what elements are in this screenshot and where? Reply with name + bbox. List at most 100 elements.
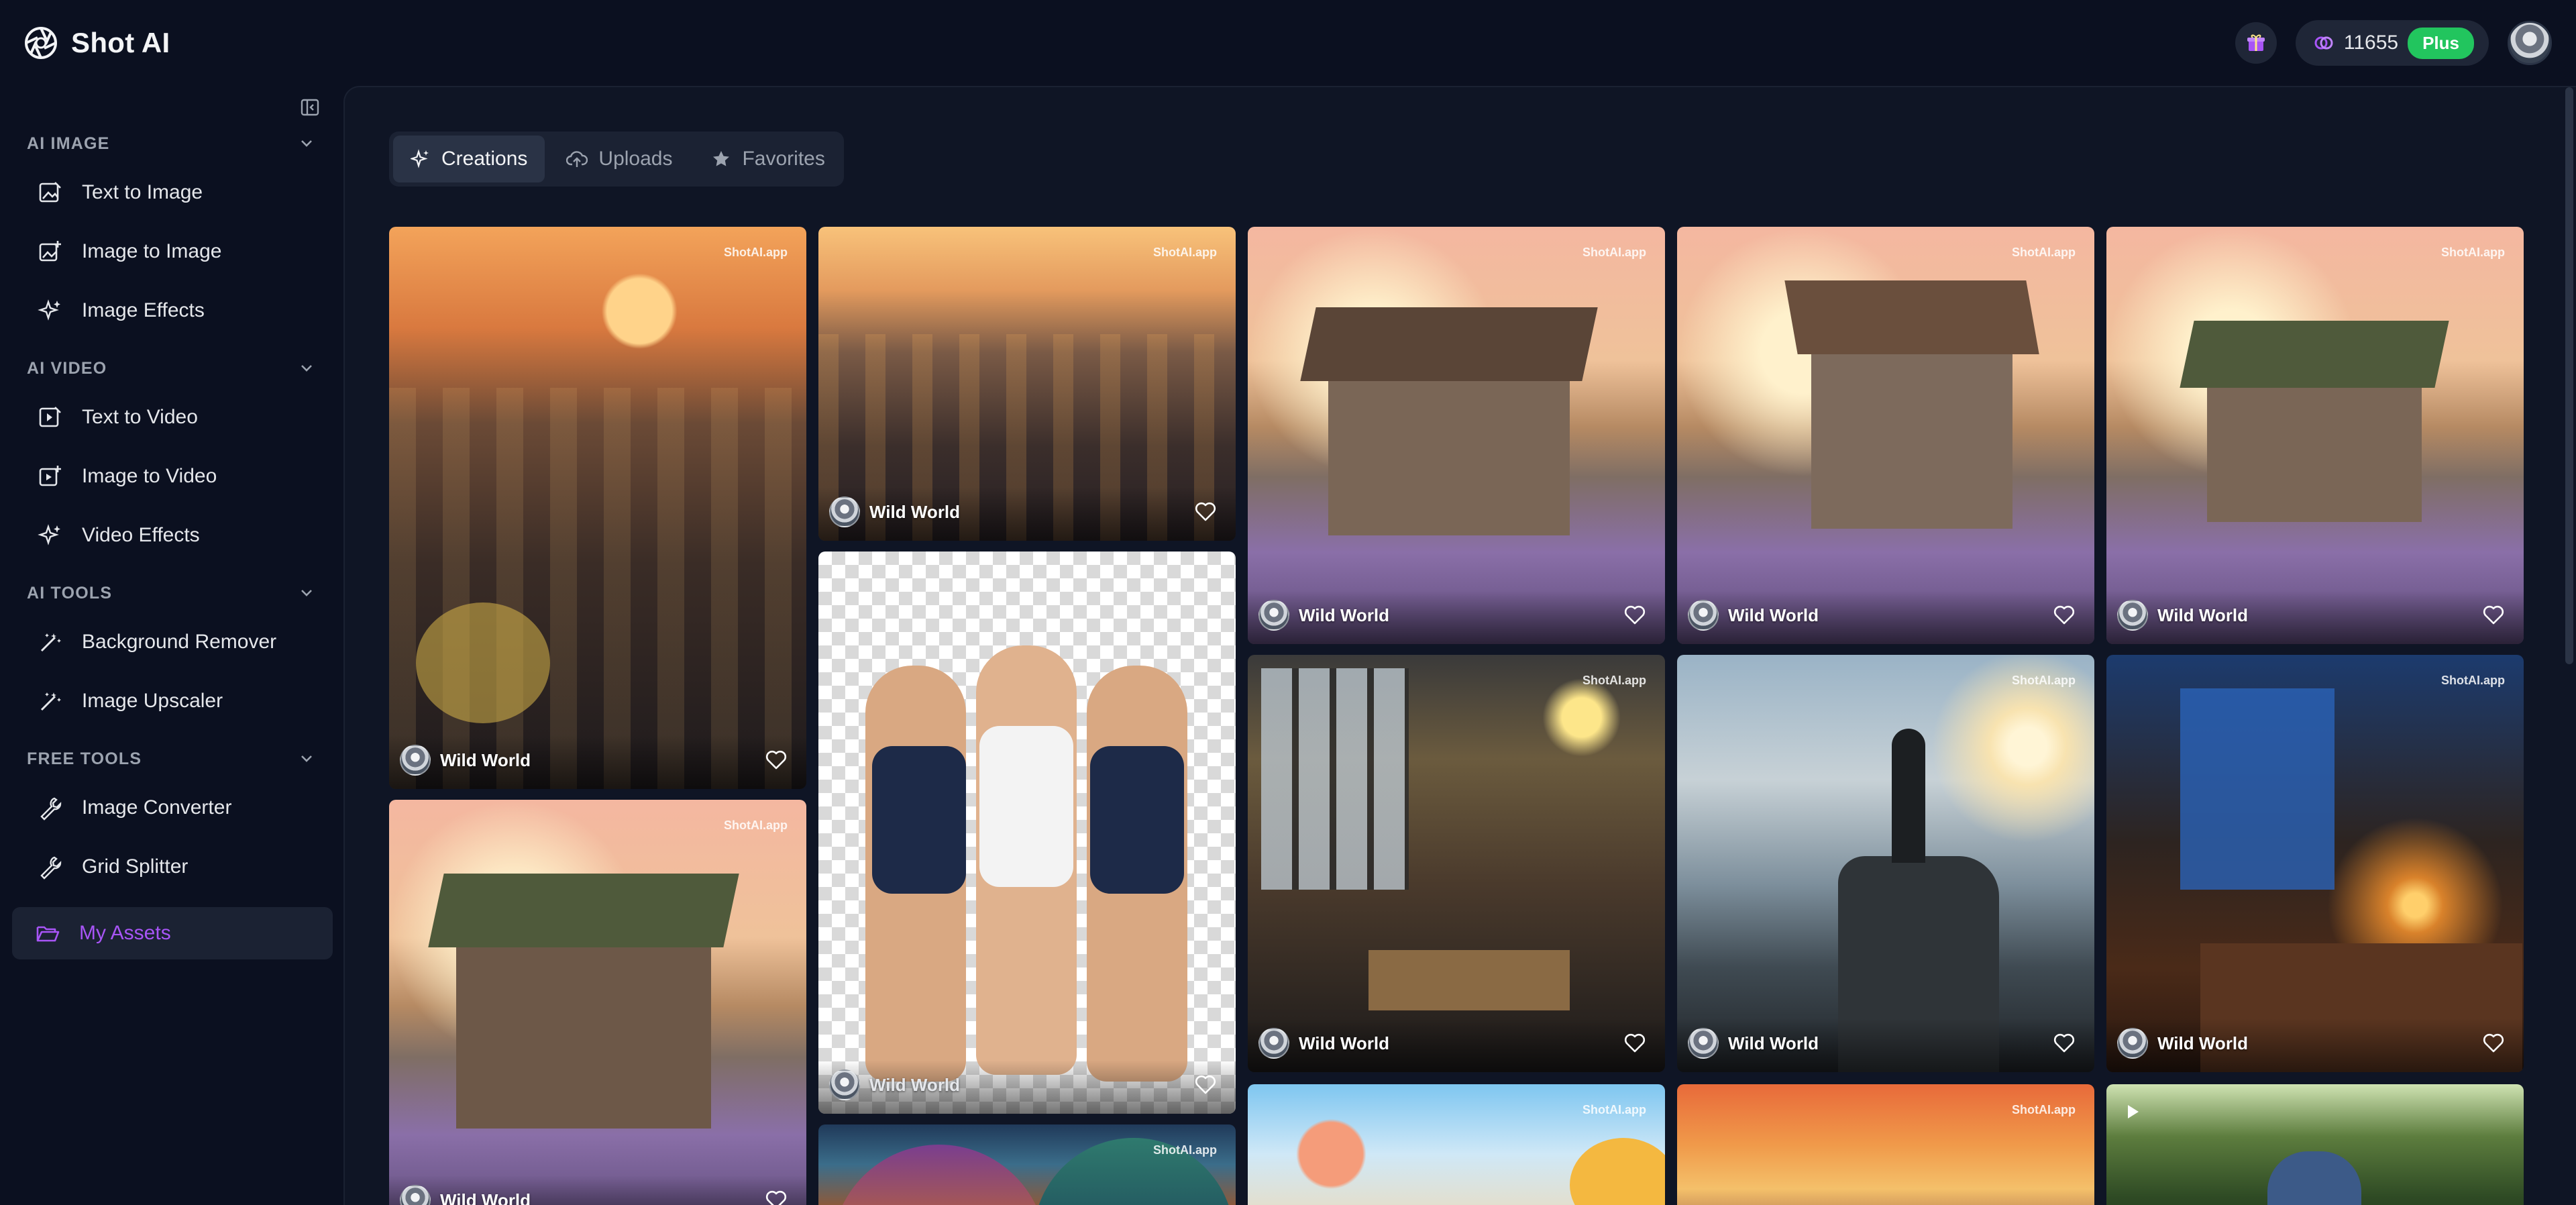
top-bar: Shot AI 11655 Plus xyxy=(0,0,2576,86)
chevron-down-icon xyxy=(301,755,312,762)
folder-open-icon xyxy=(36,926,60,942)
credits-pill[interactable]: 11655 Plus xyxy=(2295,20,2489,66)
magic-wand-icon xyxy=(40,633,61,652)
chevron-down-icon xyxy=(301,590,312,596)
section-ai-image[interactable]: AI IMAGE xyxy=(27,129,315,158)
heart-icon[interactable] xyxy=(1623,1032,1646,1055)
asset-tabs: Creations Uploads Favorites xyxy=(389,132,844,187)
author-avatar xyxy=(1258,600,1289,631)
gallery-card[interactable]: ShotAI.app Wild World xyxy=(2106,227,2524,644)
sparkle-icon xyxy=(411,149,429,168)
sidebar-item-background-remover[interactable]: Background Remover xyxy=(27,621,322,664)
gallery-card[interactable]: ShotAI.app Wild World xyxy=(1248,655,1665,1072)
heart-icon[interactable] xyxy=(1623,604,1646,627)
chevron-down-icon xyxy=(301,365,312,372)
sidebar-item-text-to-video[interactable]: Text to Video xyxy=(27,396,322,439)
watermark: ShotAI.app xyxy=(724,246,788,259)
watermark: ShotAI.app xyxy=(2441,674,2505,687)
heart-icon[interactable] xyxy=(2053,604,2076,627)
gift-icon xyxy=(2247,34,2265,51)
chevron-down-icon xyxy=(301,140,312,147)
star-icon xyxy=(713,151,730,166)
card-author[interactable]: Wild World xyxy=(2117,600,2248,631)
card-author[interactable]: Wild World xyxy=(1688,600,1819,631)
section-ai-video[interactable]: AI VIDEO xyxy=(27,354,315,383)
author-avatar xyxy=(1688,1028,1719,1059)
magic-wand-icon xyxy=(40,692,61,711)
heart-icon[interactable] xyxy=(1194,501,1217,523)
section-ai-tools[interactable]: AI TOOLS xyxy=(27,578,315,608)
watermark: ShotAI.app xyxy=(1153,246,1217,259)
card-author[interactable]: Wild World xyxy=(2117,1028,2248,1059)
brand[interactable]: Shot AI xyxy=(24,26,170,60)
sidebar-item-grid-splitter[interactable]: Grid Splitter xyxy=(27,845,322,888)
gallery-card[interactable]: ShotAI.app Wild World xyxy=(2106,655,2524,1072)
heart-icon[interactable] xyxy=(2482,604,2505,627)
gallery-card[interactable] xyxy=(2106,1084,2524,1205)
tab-creations[interactable]: Creations xyxy=(393,136,545,182)
image-edit-icon xyxy=(39,182,61,203)
plan-badge: Plus xyxy=(2408,27,2474,59)
card-author[interactable]: Wild World xyxy=(400,1185,531,1205)
sidebar-item-image-upscaler[interactable]: Image Upscaler xyxy=(27,680,322,723)
sidebar-item-image-to-video[interactable]: Image to Video xyxy=(27,455,322,498)
gift-button[interactable] xyxy=(2235,22,2277,64)
sidebar: AI IMAGE Text to Image Image to Image Im… xyxy=(0,86,343,1205)
scrollbar[interactable] xyxy=(2565,87,2573,664)
gallery-card[interactable]: ShotAI.app xyxy=(818,1124,1236,1205)
gallery-card[interactable]: ShotAI.app Wild World xyxy=(1677,227,2094,644)
card-author[interactable]: Wild World xyxy=(1688,1028,1819,1059)
heart-icon[interactable] xyxy=(765,1189,788,1205)
wrench-icon xyxy=(40,856,62,880)
gallery-card[interactable]: ShotAI.app Wild World xyxy=(389,227,806,789)
heart-icon[interactable] xyxy=(1194,1073,1217,1096)
sparkles-icon xyxy=(38,299,60,321)
watermark: ShotAI.app xyxy=(2012,1103,2076,1116)
sidebar-item-image-converter[interactable]: Image Converter xyxy=(27,786,322,829)
section-free-tools[interactable]: FREE TOOLS xyxy=(27,744,315,774)
sidebar-item-text-to-image[interactable]: Text to Image xyxy=(27,171,322,214)
watermark: ShotAI.app xyxy=(2441,246,2505,259)
heart-icon[interactable] xyxy=(2482,1032,2505,1055)
watermark: ShotAI.app xyxy=(1582,246,1646,259)
author-avatar xyxy=(829,1069,860,1100)
watermark: ShotAI.app xyxy=(724,819,788,832)
heart-icon[interactable] xyxy=(765,749,788,772)
watermark: ShotAI.app xyxy=(2012,246,2076,259)
card-author[interactable]: Wild World xyxy=(829,496,960,527)
sidebar-item-video-effects[interactable]: Video Effects xyxy=(27,514,322,557)
card-author[interactable]: Wild World xyxy=(829,1069,960,1100)
author-avatar xyxy=(400,745,431,776)
collapse-sidebar-button[interactable] xyxy=(295,93,325,122)
sidebar-item-my-assets[interactable]: My Assets xyxy=(12,907,333,959)
tab-uploads[interactable]: Uploads xyxy=(549,136,690,182)
gallery-card[interactable]: ShotAI.app Wild World xyxy=(389,800,806,1205)
heart-icon[interactable] xyxy=(2053,1032,2076,1055)
play-icon xyxy=(2128,1105,2139,1118)
author-avatar xyxy=(1688,600,1719,631)
gallery-card[interactable]: ShotAI.app Wild World xyxy=(1677,655,2094,1072)
card-author[interactable]: Wild World xyxy=(1258,600,1389,631)
gallery-card[interactable]: ShotAI.app Wild World xyxy=(818,227,1236,541)
sidebar-collapse-icon xyxy=(301,99,319,116)
gallery-card[interactable]: ShotAI.app xyxy=(1677,1084,2094,1205)
watermark: ShotAI.app xyxy=(2012,674,2076,687)
watermark: ShotAI.app xyxy=(1582,674,1646,687)
author-avatar xyxy=(829,496,860,527)
author-avatar xyxy=(400,1185,431,1205)
card-author[interactable]: Wild World xyxy=(400,745,531,776)
main-panel: Creations Uploads Favorites ShotAI.app W… xyxy=(343,86,2576,1205)
gallery-card[interactable]: ShotAI.app Wild World xyxy=(1248,227,1665,644)
author-avatar xyxy=(1258,1028,1289,1059)
tab-favorites[interactable]: Favorites xyxy=(694,136,842,182)
sidebar-item-image-effects[interactable]: Image Effects xyxy=(27,289,322,332)
card-author[interactable]: Wild World xyxy=(1258,1028,1389,1059)
gallery-card[interactable]: Wild World xyxy=(818,552,1236,1114)
user-avatar[interactable] xyxy=(2508,21,2552,65)
sidebar-item-image-to-image[interactable]: Image to Image xyxy=(27,230,322,273)
image-plus-icon xyxy=(39,241,61,262)
video-edit-icon xyxy=(39,407,61,427)
gallery-card[interactable]: ShotAI.app xyxy=(1248,1084,1665,1205)
video-plus-icon xyxy=(39,466,61,486)
watermark: ShotAI.app xyxy=(1582,1103,1646,1116)
